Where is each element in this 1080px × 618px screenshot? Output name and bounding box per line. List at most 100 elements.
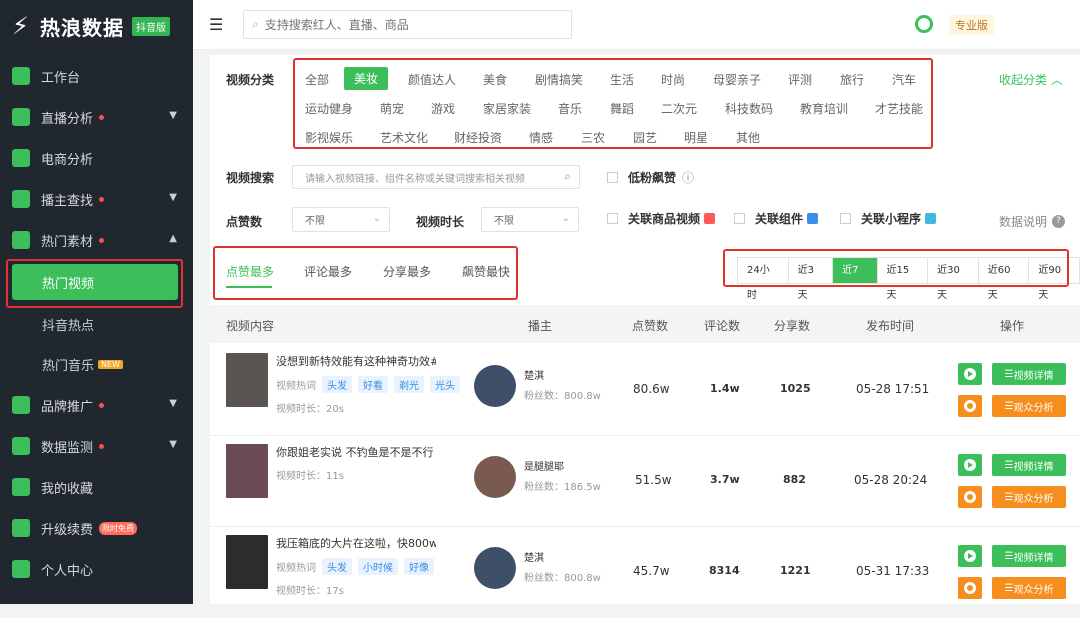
menu-toggle-icon[interactable]: ☰ [209, 15, 223, 34]
duration-select[interactable]: 不限 ⌄ [481, 207, 579, 232]
play-button[interactable] [958, 454, 982, 476]
sidebar-item-upgrade[interactable]: 升级续费 限时免费 [0, 508, 193, 548]
link-product-checkbox[interactable]: 关联商品视频 [607, 210, 716, 227]
audience-analysis-button[interactable]: ☰ 观众分析 [992, 486, 1066, 508]
video-title[interactable]: 没想到新特效能有这种神奇功效#... [276, 353, 436, 369]
link-component-checkbox[interactable]: 关联组件 [734, 210, 819, 227]
play-button[interactable] [958, 545, 982, 567]
col-shares[interactable]: 分享数 [774, 317, 810, 334]
sidebar-item-find-host[interactable]: 播主查找 ▼ [0, 179, 193, 219]
video-detail-button[interactable]: ☰ 视频详情 [992, 363, 1066, 385]
hot-word-tag[interactable]: 小时候 [358, 558, 398, 575]
col-comments[interactable]: 评论数 [704, 317, 740, 334]
user-icon [12, 560, 30, 578]
author-name[interactable]: 是腿腿耶 [524, 458, 564, 473]
button-label: 观众分析 [1013, 584, 1054, 596]
avatar[interactable] [474, 365, 516, 407]
help-label: 数据说明 [999, 215, 1048, 229]
data-help-link[interactable]: 数据说明? [999, 213, 1066, 230]
likes-select[interactable]: 不限 ⌄ [292, 207, 390, 232]
video-thumbnail[interactable] [226, 444, 268, 498]
topbar: ☰ ⌕ 专业版 [193, 0, 1080, 50]
app-version-badge[interactable]: 抖音版 [132, 16, 170, 36]
list-icon: ☰ [1004, 582, 1014, 594]
sidebar-item-favorites[interactable]: 我的收藏 [0, 467, 193, 507]
hot-word-tag[interactable]: 头发 [322, 376, 352, 393]
logo[interactable]: ⚡ 热浪数据 抖音版 [0, 0, 193, 52]
range-highlight-box [723, 249, 1069, 287]
sidebar-item-hot-material[interactable]: 热门素材 ▲ [0, 220, 193, 260]
video-detail-button[interactable]: ☰ 视频详情 [992, 545, 1066, 567]
video-hot-words: 视频热词 头发 好看 剃光 光头 [276, 376, 460, 393]
favorite-icon [964, 491, 976, 503]
author-fans: 粉丝数：186.5w [524, 482, 601, 493]
video-search-input[interactable]: 请输入视频链接、组件名称或关键词搜索相关视频 ⌕ [292, 165, 580, 189]
low-fans-checkbox[interactable]: 低粉飙赞 ⓘ [607, 169, 694, 186]
collapse-label: 收起分类 [999, 73, 1048, 87]
author-name[interactable]: 楚淇 [524, 367, 544, 382]
video-title[interactable]: 你跟姐老实说 不钓鱼是不是不行 [276, 444, 436, 460]
checkbox-box[interactable] [607, 213, 618, 224]
favorite-button[interactable] [958, 395, 982, 417]
red-dot [99, 196, 105, 202]
table-row[interactable]: 没想到新特效能有这种神奇功效#... 视频热词 头发 好看 剃光 光头 视频时长… [210, 345, 1080, 436]
hot-word-tag[interactable]: 好像 [404, 558, 434, 575]
button-label: 观众分析 [1013, 493, 1054, 505]
sidebar-item-ecommerce[interactable]: 电商分析 [0, 138, 193, 178]
checkbox-box[interactable] [734, 213, 745, 224]
hot-words-label: 视频热词 [276, 381, 316, 392]
chevron-down-icon: ⌄ [372, 213, 381, 224]
checkbox-box[interactable] [840, 213, 851, 224]
user-menu[interactable] [1003, 10, 1073, 39]
sidebar-sub-item-douyin-hot[interactable]: 抖音热点 [0, 304, 193, 344]
support-icon[interactable] [915, 15, 933, 33]
collapse-categories-button[interactable]: 收起分类 ︿ [999, 71, 1063, 88]
likes-label: 点赞数 [226, 215, 263, 229]
table-row[interactable]: 你跟姐老实说 不钓鱼是不是不行 视频时长：11s 是腿腿耶 粉丝数：186.5w… [210, 436, 1080, 527]
global-search-input[interactable] [264, 17, 545, 32]
global-search[interactable]: ⌕ [243, 10, 572, 39]
help-icon[interactable]: ⓘ [682, 169, 694, 186]
sidebar-item-live[interactable]: 直播分析 ▼ [0, 97, 193, 137]
search-icon[interactable]: ⌕ [564, 169, 571, 184]
table-row[interactable]: 我压箱底的大片在这啦，快800w... 视频热词 头发 小时候 好像 视频时长：… [210, 527, 1080, 618]
video-title[interactable]: 我压箱底的大片在这啦，快800w... [276, 535, 436, 551]
video-search-label: 视频搜索 [226, 171, 275, 185]
author-name[interactable]: 楚淇 [524, 549, 544, 564]
hot-word-tag[interactable]: 剃光 [394, 376, 424, 393]
sidebar-sub-item-hot-music[interactable]: 热门音乐 NEW [0, 344, 193, 384]
audience-analysis-button[interactable]: ☰ 观众分析 [992, 395, 1066, 417]
hot-word-tag[interactable]: 光头 [430, 376, 460, 393]
sidebar-item-workbench[interactable]: 工作台 [0, 56, 193, 96]
link-miniapp-checkbox[interactable]: 关联小程序 [840, 210, 937, 227]
col-likes[interactable]: 点赞数 [632, 317, 668, 334]
avatar[interactable] [474, 547, 516, 589]
button-label: 视频详情 [1013, 552, 1054, 564]
audience-analysis-button[interactable]: ☰ 观众分析 [992, 577, 1066, 599]
checkbox-box[interactable] [607, 172, 618, 183]
col-time: 发布时间 [866, 319, 915, 333]
favorite-button[interactable] [958, 486, 982, 508]
video-icon [12, 108, 30, 126]
video-thumbnail[interactable] [226, 353, 268, 407]
hot-word-tag[interactable]: 好看 [358, 376, 388, 393]
tv-icon [12, 231, 30, 249]
publish-time: 05-28 17:51 [856, 382, 930, 396]
avatar[interactable] [474, 456, 516, 498]
favorite-button[interactable] [958, 577, 982, 599]
video-thumbnail[interactable] [226, 535, 268, 589]
play-icon [964, 459, 976, 471]
button-label: 视频详情 [1013, 370, 1054, 382]
sidebar-item-monitor[interactable]: 数据监测 ▼ [0, 426, 193, 466]
sidebar-item-brand[interactable]: 品牌推广 ▼ [0, 385, 193, 425]
main-panel: 视频分类 全部 美妆 颜值达人 美食 剧情搞笑 生活 时尚 母婴亲子 评测 旅行… [210, 55, 1080, 604]
sidebar-item-profile[interactable]: 个人中心 [0, 549, 193, 589]
product-icon [704, 213, 716, 224]
video-detail-button[interactable]: ☰ 视频详情 [992, 454, 1066, 476]
hot-word-tag[interactable]: 头发 [322, 558, 352, 575]
checkbox-label: 关联商品视频 [628, 212, 701, 226]
sidebar-item-label: 电商分析 [41, 152, 94, 168]
play-button[interactable] [958, 363, 982, 385]
chevron-down-icon: ▼ [169, 192, 177, 203]
checkbox-label: 关联组件 [755, 212, 804, 226]
